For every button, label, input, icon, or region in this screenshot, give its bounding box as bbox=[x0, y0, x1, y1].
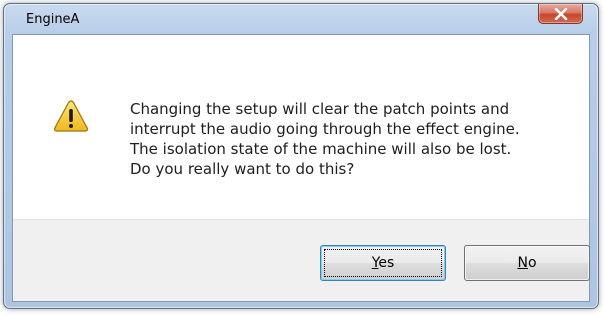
no-button-label: No bbox=[517, 255, 536, 271]
close-button[interactable] bbox=[538, 4, 583, 24]
no-button[interactable]: No bbox=[464, 245, 590, 281]
yes-label-rest: es bbox=[378, 255, 395, 271]
message-line-1: Changing the setup will clear the patch … bbox=[130, 100, 510, 118]
close-icon bbox=[554, 7, 567, 20]
message-line-3: The isolation state of the machine will … bbox=[130, 140, 512, 158]
yes-button-label: Yes bbox=[372, 255, 395, 271]
warning-icon bbox=[53, 100, 89, 132]
window-title: EngineA bbox=[26, 12, 80, 27]
dialog-client-area: Changing the setup will clear the patch … bbox=[12, 34, 590, 302]
message-line-2: interrupt the audio going through the ef… bbox=[130, 120, 520, 138]
no-label-rest: o bbox=[527, 255, 537, 271]
title-bar[interactable]: EngineA bbox=[4, 4, 598, 34]
no-accelerator: N bbox=[517, 255, 528, 271]
dialog-window: EngineA Changing the setup will clear th… bbox=[3, 3, 599, 309]
message-line-4: Do you really want to do this? bbox=[130, 160, 355, 178]
message-text: Changing the setup will clear the patch … bbox=[130, 99, 570, 179]
yes-button[interactable]: Yes bbox=[320, 245, 446, 281]
message-area: Changing the setup will clear the patch … bbox=[13, 35, 589, 219]
button-bar: Yes No bbox=[13, 219, 590, 301]
